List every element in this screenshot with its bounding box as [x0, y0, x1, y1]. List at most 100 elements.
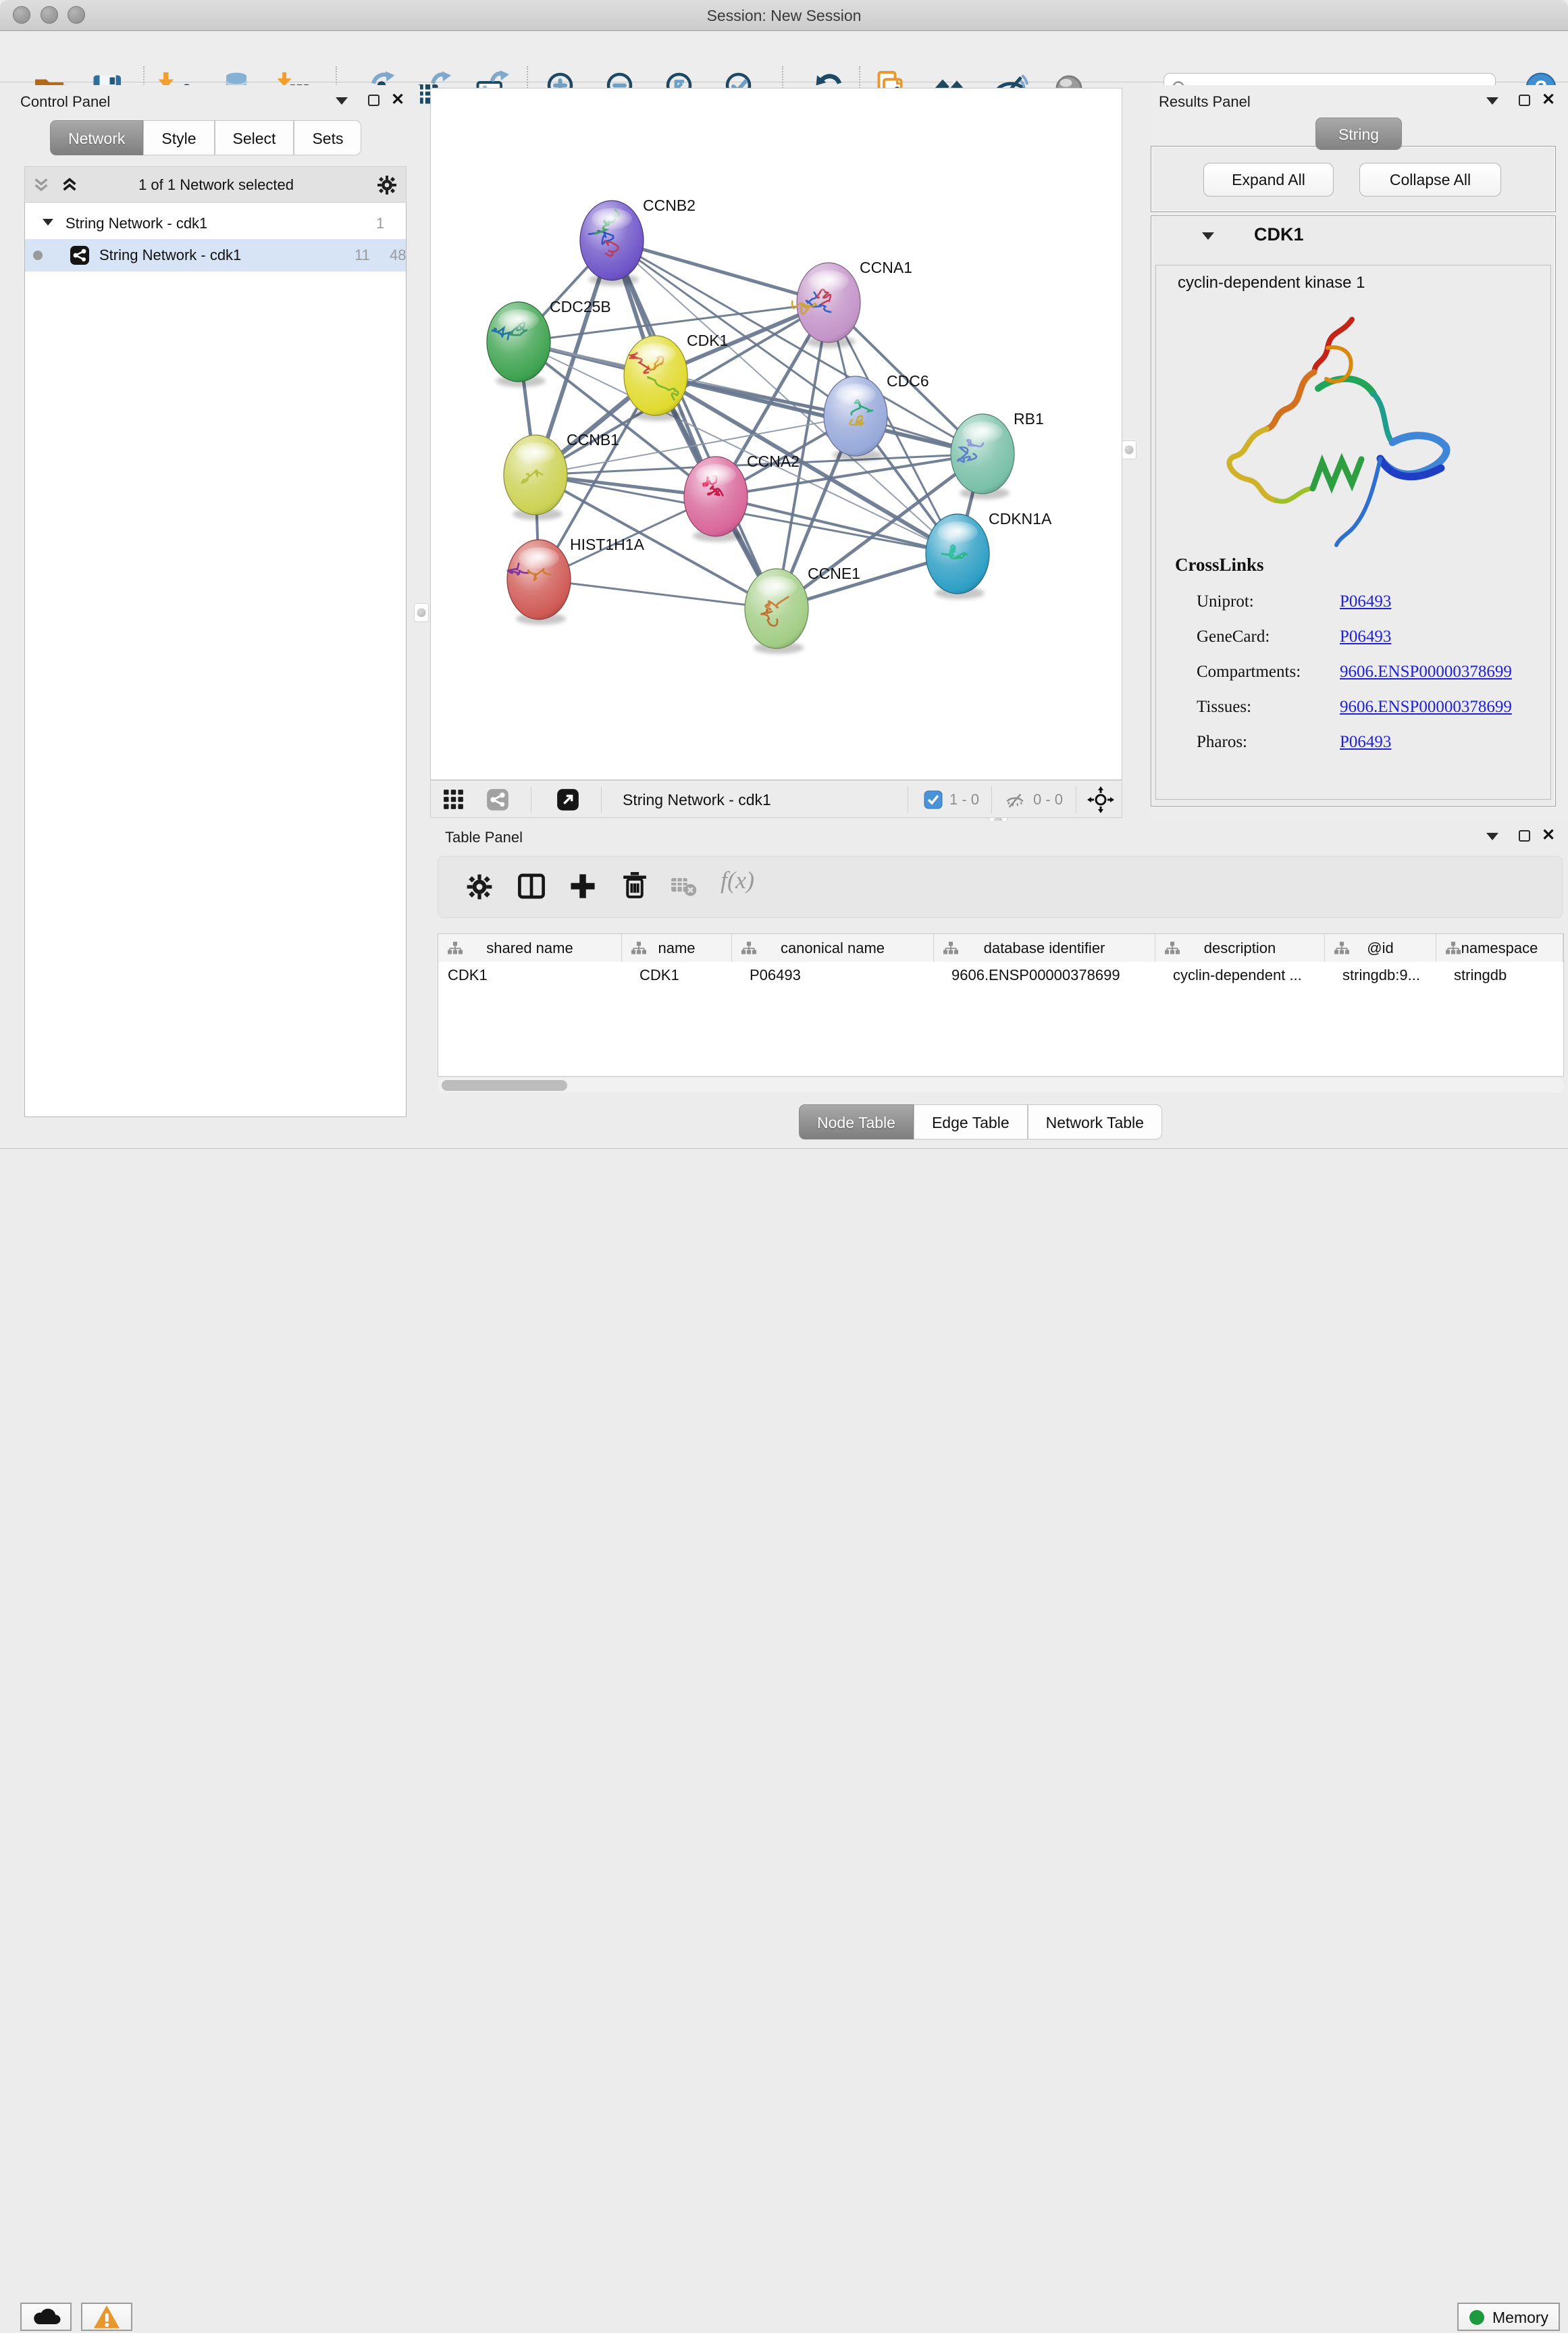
node-label-CDC6: CDC6: [887, 372, 929, 390]
protein-structure-image: [1210, 306, 1467, 576]
scrollbar-thumb[interactable]: [442, 1080, 567, 1091]
tab-select[interactable]: Select: [215, 120, 294, 155]
tab-style[interactable]: Style: [143, 120, 214, 155]
panel-float-icon[interactable]: [1519, 95, 1530, 106]
tab-string[interactable]: String: [1315, 118, 1402, 150]
panel-menu-icon[interactable]: [336, 97, 348, 105]
node-HIST1H1A[interactable]: HIST1H1A: [507, 536, 645, 625]
node-CDKN1A[interactable]: CDKN1A: [926, 510, 1052, 599]
create-column-icon[interactable]: [568, 871, 598, 901]
panel-float-icon[interactable]: [368, 95, 380, 106]
detach-view-icon[interactable]: [556, 788, 579, 811]
tab-sets[interactable]: Sets: [294, 120, 361, 155]
edge-CCNB2-CCNA1[interactable]: [612, 240, 829, 303]
network-tree-root-row[interactable]: String Network - cdk1 1: [25, 208, 406, 239]
crosslink-value-link[interactable]: P06493: [1340, 627, 1391, 646]
network-view-mode-icon[interactable]: [486, 788, 509, 811]
table-settings-gear-icon[interactable]: [465, 873, 494, 901]
table-cell[interactable]: stringdb: [1436, 962, 1563, 989]
crosslink-row: Pharos:P06493: [1197, 725, 1534, 760]
network-status-dot: [33, 251, 43, 260]
tab-network-table[interactable]: Network Table: [1028, 1104, 1162, 1139]
table-panel-title: Table Panel: [445, 829, 523, 846]
crosslink-value-link[interactable]: 9606.ENSP00000378699: [1340, 698, 1512, 716]
tab-network[interactable]: Network: [50, 120, 143, 155]
column-header-canonical-name[interactable]: canonical name: [732, 934, 934, 963]
node-CDC6[interactable]: CDC6: [824, 372, 929, 461]
node-RB1[interactable]: RB1: [951, 410, 1044, 499]
delete-column-icon[interactable]: [619, 870, 650, 901]
crosslink-value-link[interactable]: P06493: [1340, 733, 1391, 751]
warning-icon: [92, 2304, 122, 2330]
crosslink-row: Compartments:9606.ENSP00000378699: [1197, 655, 1534, 690]
table-tabs: Node TableEdge TableNetwork Table: [799, 1104, 1162, 1139]
results-panel-title: Results Panel: [1159, 93, 1251, 111]
column-header-shared-name[interactable]: shared name: [438, 934, 622, 963]
node-CCNE1[interactable]: CCNE1: [745, 565, 860, 654]
tab-edge-table[interactable]: Edge Table: [914, 1104, 1028, 1139]
crosslink-row: Tissues:9606.ENSP00000378699: [1197, 690, 1534, 725]
right-splitter-handle[interactable]: [1122, 440, 1136, 459]
delete-table-icon: [671, 875, 698, 898]
crosslink-value-link[interactable]: P06493: [1340, 592, 1391, 611]
node-CCNA1[interactable]: CCNA1: [792, 259, 912, 348]
gene-symbol: CDK1: [1254, 224, 1304, 245]
hidden-node-edge-counts: 0 - 0: [1033, 781, 1063, 819]
left-splitter-handle[interactable]: [414, 603, 429, 622]
table-cell[interactable]: CDK1: [438, 962, 622, 989]
network-canvas[interactable]: CCNB2CCNA1CDC25BCDK1CDC6RB1CCNB1CCNA2CDK…: [430, 88, 1122, 780]
expand-all-button[interactable]: Expand All: [1203, 163, 1334, 197]
memory-button[interactable]: Memory: [1457, 2303, 1560, 2331]
column-header-database-identifier[interactable]: database identifier: [934, 934, 1155, 963]
results-panel: Results Panel ✕ String Expand All Collap…: [1151, 85, 1568, 818]
crosslink-value-link[interactable]: 9606.ENSP00000378699: [1340, 663, 1512, 681]
table-cell[interactable]: stringdb:9...: [1325, 962, 1436, 989]
node-label-CCNA2: CCNA2: [747, 453, 800, 470]
grid-mode-icon[interactable]: [443, 789, 465, 811]
panel-close-icon[interactable]: ✕: [1542, 829, 1555, 842]
network-selection-status: 1 of 1 Network selected: [25, 167, 407, 203]
crosslink-row: GeneCard:P06493: [1197, 619, 1534, 655]
column-header-name[interactable]: name: [622, 934, 732, 963]
panel-close-icon[interactable]: ✕: [1542, 93, 1555, 107]
string-network-graph[interactable]: CCNB2CCNA1CDC25BCDK1CDC6RB1CCNB1CCNA2CDK…: [431, 88, 1122, 779]
panel-close-icon[interactable]: ✕: [391, 93, 404, 107]
edge-CCNB2-CCNE1[interactable]: [612, 240, 777, 609]
table-row[interactable]: CDK1CDK1P064939606.ENSP00000378699cyclin…: [438, 962, 1563, 989]
table-cell[interactable]: cyclin-dependent ...: [1155, 962, 1325, 989]
panel-menu-icon[interactable]: [1486, 97, 1498, 105]
column-header--id[interactable]: @id: [1325, 934, 1436, 963]
edge-CDK1-RB1[interactable]: [656, 376, 983, 454]
gear-icon[interactable]: [376, 174, 398, 196]
gene-collapse-icon[interactable]: [1202, 232, 1214, 240]
node-label-CCNB2: CCNB2: [643, 197, 696, 214]
node-label-HIST1H1A: HIST1H1A: [570, 536, 645, 553]
edge-HIST1H1A-CCNE1[interactable]: [539, 580, 777, 609]
hidden-eye-icon[interactable]: [1005, 790, 1025, 811]
horizontal-scrollbar[interactable]: [438, 1078, 1564, 1093]
panel-float-icon[interactable]: [1519, 830, 1530, 842]
toolbar-separator: [991, 786, 992, 813]
collapse-all-button[interactable]: Collapse All: [1359, 163, 1501, 197]
birds-eye-view-icon[interactable]: [1087, 786, 1114, 813]
crosslinks-heading: CrossLinks: [1175, 555, 1264, 575]
cloud-status-button[interactable]: [20, 2303, 72, 2331]
warning-status-button[interactable]: [81, 2303, 132, 2331]
column-header-description[interactable]: description: [1155, 934, 1325, 963]
tab-node-table[interactable]: Node Table: [799, 1104, 914, 1139]
crosslink-label: Uniprot:: [1197, 584, 1340, 619]
selected-checkbox-icon[interactable]: [924, 790, 943, 809]
show-column-icon[interactable]: [517, 871, 546, 901]
gene-description: cyclin-dependent kinase 1: [1178, 274, 1365, 292]
table-cell[interactable]: CDK1: [622, 962, 732, 989]
node-CDC25B[interactable]: CDC25B: [487, 298, 611, 387]
table-cell[interactable]: 9606.ENSP00000378699: [934, 962, 1155, 989]
network-tree-child-row[interactable]: String Network - cdk1 11 48: [25, 239, 406, 272]
node-CCNB1[interactable]: CCNB1: [504, 431, 619, 520]
node-CCNB2[interactable]: CCNB2: [580, 197, 696, 286]
panel-menu-icon[interactable]: [1486, 833, 1498, 840]
table-cell[interactable]: P06493: [732, 962, 934, 989]
tree-collapse-icon[interactable]: [43, 219, 53, 226]
table-panel: Table Panel ✕ f(x) shared namenamecanoni…: [430, 821, 1568, 1148]
column-header-namespace[interactable]: namespace: [1436, 934, 1563, 963]
